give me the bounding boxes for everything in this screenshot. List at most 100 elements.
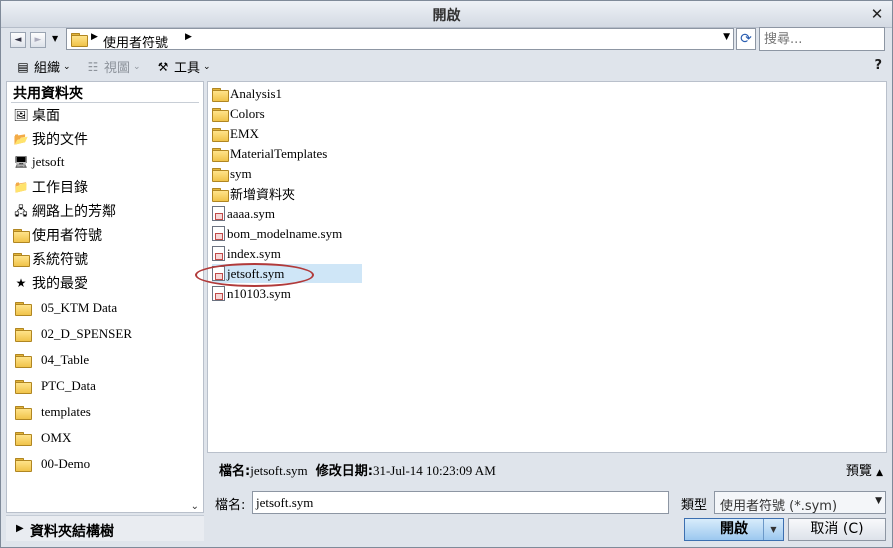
open-dialog: 開啟 ✕ ◄ ► ▼ ▶ 使用者符號 ▶ ▼ ⟳ ▤ 組織 ⌄ ☷ 視圖 ⌄ ⚒…: [0, 0, 893, 548]
list-item[interactable]: Analysis1: [212, 84, 282, 103]
folder-icon: [15, 432, 32, 446]
list-item[interactable]: Colors: [212, 104, 265, 123]
recent-locations-dropdown[interactable]: ▼: [52, 34, 58, 43]
symbol-file-icon: [212, 246, 225, 261]
sidebar: 共用資料夾 🖼 桌面 📂 我的文件 🖥 jetsoft 📁 工作目錄 🖧 網路上…: [6, 81, 204, 513]
sidebar-item-label: 桌面: [32, 108, 60, 124]
title-bar: 開啟 ✕: [1, 1, 892, 28]
sidebar-item-favorites[interactable]: ★ 我的最愛: [13, 273, 88, 293]
sidebar-folder-item[interactable]: 02_D_SPENSER: [15, 326, 132, 342]
search-input[interactable]: [759, 27, 885, 51]
open-options-dropdown-icon[interactable]: ▼: [763, 519, 783, 540]
breadcrumb-arrow-icon[interactable]: ▶: [91, 32, 98, 42]
folder-icon: [15, 458, 32, 472]
sidebar-folder-item[interactable]: OMX: [15, 430, 71, 446]
views-label: 視圖: [104, 61, 131, 76]
close-button[interactable]: ✕: [868, 5, 886, 23]
symbol-file-icon: [212, 286, 225, 301]
sidebar-folder-label: 05_KTM Data: [41, 300, 118, 315]
organize-menu[interactable]: ▤ 組織 ⌄: [15, 57, 70, 77]
sidebar-item-user-symbols[interactable]: 使用者符號: [13, 225, 102, 245]
favorites-icon: ★: [15, 276, 27, 290]
sidebar-item-label: 我的最愛: [32, 276, 88, 292]
tools-icon: ⚒: [157, 59, 169, 74]
chevron-down-icon: ⌄: [133, 61, 141, 72]
address-bar[interactable]: ▶ 使用者符號 ▶ ▼: [66, 28, 734, 51]
sidebar-folder-label: 00-Demo: [41, 456, 91, 471]
list-item[interactable]: bom_modelname.sym: [212, 224, 342, 243]
views-menu[interactable]: ☷ 視圖 ⌄: [85, 57, 141, 77]
folder-tree-toggle[interactable]: ▶ 資料夾結構樹: [6, 515, 204, 541]
chevron-down-icon: ▼: [875, 496, 882, 506]
folder-icon: [212, 107, 229, 122]
documents-icon: 📂: [13, 132, 29, 146]
refresh-button[interactable]: ⟳: [736, 28, 756, 50]
dialog-title: 開啟: [432, 8, 461, 24]
sidebar-folder-label: 04_Table: [41, 352, 90, 367]
sidebar-folder-item[interactable]: 05_KTM Data: [15, 300, 117, 316]
sidebar-item-desktop[interactable]: 🖼 桌面: [13, 105, 60, 125]
toolbar: ▤ 組織 ⌄ ☷ 視圖 ⌄ ⚒ 工具 ⌄ ?: [1, 54, 892, 78]
breadcrumb-arrow-icon[interactable]: ▶: [185, 32, 192, 42]
sidebar-folder-label: templates: [41, 404, 91, 419]
file-name: 新增資料夾: [230, 187, 296, 202]
views-icon: ☷: [87, 59, 99, 74]
expand-arrow-icon: ▶: [16, 523, 24, 534]
list-item[interactable]: aaaa.sym: [212, 204, 275, 223]
filename-field[interactable]: jetsoft.sym: [252, 491, 669, 514]
sidebar-item-label: jetsoft: [32, 154, 65, 169]
sidebar-header: 共用資料夾: [13, 86, 83, 102]
folder-icon: [15, 328, 32, 342]
scroll-down-icon[interactable]: ⌄: [191, 501, 199, 512]
file-name: n10103.sym: [227, 285, 291, 301]
sidebar-folder-item[interactable]: 00-Demo: [15, 456, 90, 472]
address-dropdown-icon[interactable]: ▼: [723, 32, 730, 42]
tools-label: 工具: [174, 61, 201, 76]
sidebar-item-label: 我的文件: [32, 132, 88, 148]
list-item[interactable]: EMX: [212, 124, 259, 143]
file-type-select[interactable]: 使用者符號 (*.sym) ▼: [714, 491, 886, 514]
sidebar-folder-label: 02_D_SPENSER: [41, 326, 133, 341]
list-item[interactable]: sym: [212, 164, 252, 183]
type-label: 類型: [681, 498, 708, 513]
filename-label: 檔名:: [215, 498, 246, 513]
sidebar-item-documents[interactable]: 📂 我的文件: [13, 129, 88, 149]
back-button[interactable]: ◄: [10, 32, 26, 48]
file-name: MaterialTemplates: [230, 145, 328, 161]
file-name: index.sym: [227, 245, 281, 261]
folder-icon: [212, 127, 229, 142]
list-item[interactable]: MaterialTemplates: [212, 144, 327, 163]
help-icon[interactable]: ?: [874, 58, 882, 73]
file-details: 檔名:jetsoft.sym 修改日期:31-Jul-14 10:23:09 A…: [219, 460, 496, 479]
sidebar-item-jetsoft[interactable]: 🖥 jetsoft: [13, 154, 65, 170]
sidebar-item-network[interactable]: 🖧 網路上的芳鄰: [13, 201, 116, 221]
folder-icon: [212, 167, 229, 182]
detail-name-value: jetsoft.sym: [250, 463, 308, 478]
divider: [11, 102, 199, 103]
folder-icon: [13, 229, 30, 243]
tools-menu[interactable]: ⚒ 工具 ⌄: [155, 57, 211, 77]
network-icon: 🖧: [14, 204, 28, 218]
sidebar-item-label: 使用者符號: [32, 228, 102, 244]
breadcrumb-user-symbols[interactable]: 使用者符號: [103, 32, 168, 51]
sidebar-folder-item[interactable]: templates: [15, 404, 91, 420]
list-item[interactable]: index.sym: [212, 244, 281, 263]
sidebar-folder-item[interactable]: PTC_Data: [15, 378, 96, 394]
file-name: aaaa.sym: [227, 205, 276, 221]
folder-icon: [15, 406, 32, 420]
sidebar-folder-label: PTC_Data: [41, 378, 96, 393]
file-list[interactable]: Analysis1 Colors EMX MaterialTemplates s…: [207, 81, 887, 453]
forward-button[interactable]: ►: [30, 32, 46, 48]
detail-name-label: 檔名:: [219, 464, 251, 479]
details-bar: 檔名:jetsoft.sym 修改日期:31-Jul-14 10:23:09 A…: [207, 457, 887, 479]
folder-icon: [15, 302, 32, 316]
list-item[interactable]: 新增資料夾: [212, 184, 295, 203]
sidebar-item-system-symbols[interactable]: 系統符號: [13, 249, 88, 269]
sidebar-item-working-directory[interactable]: 📁 工作目錄: [13, 177, 88, 197]
folder-icon: [71, 33, 88, 47]
preview-toggle[interactable]: 預覽 ▲: [846, 460, 883, 479]
cancel-button[interactable]: 取消 (C): [788, 518, 886, 541]
detail-modified-label: 修改日期:: [315, 464, 373, 479]
sidebar-folder-item[interactable]: 04_Table: [15, 352, 89, 368]
open-button[interactable]: 開啟 ▼: [684, 518, 784, 541]
